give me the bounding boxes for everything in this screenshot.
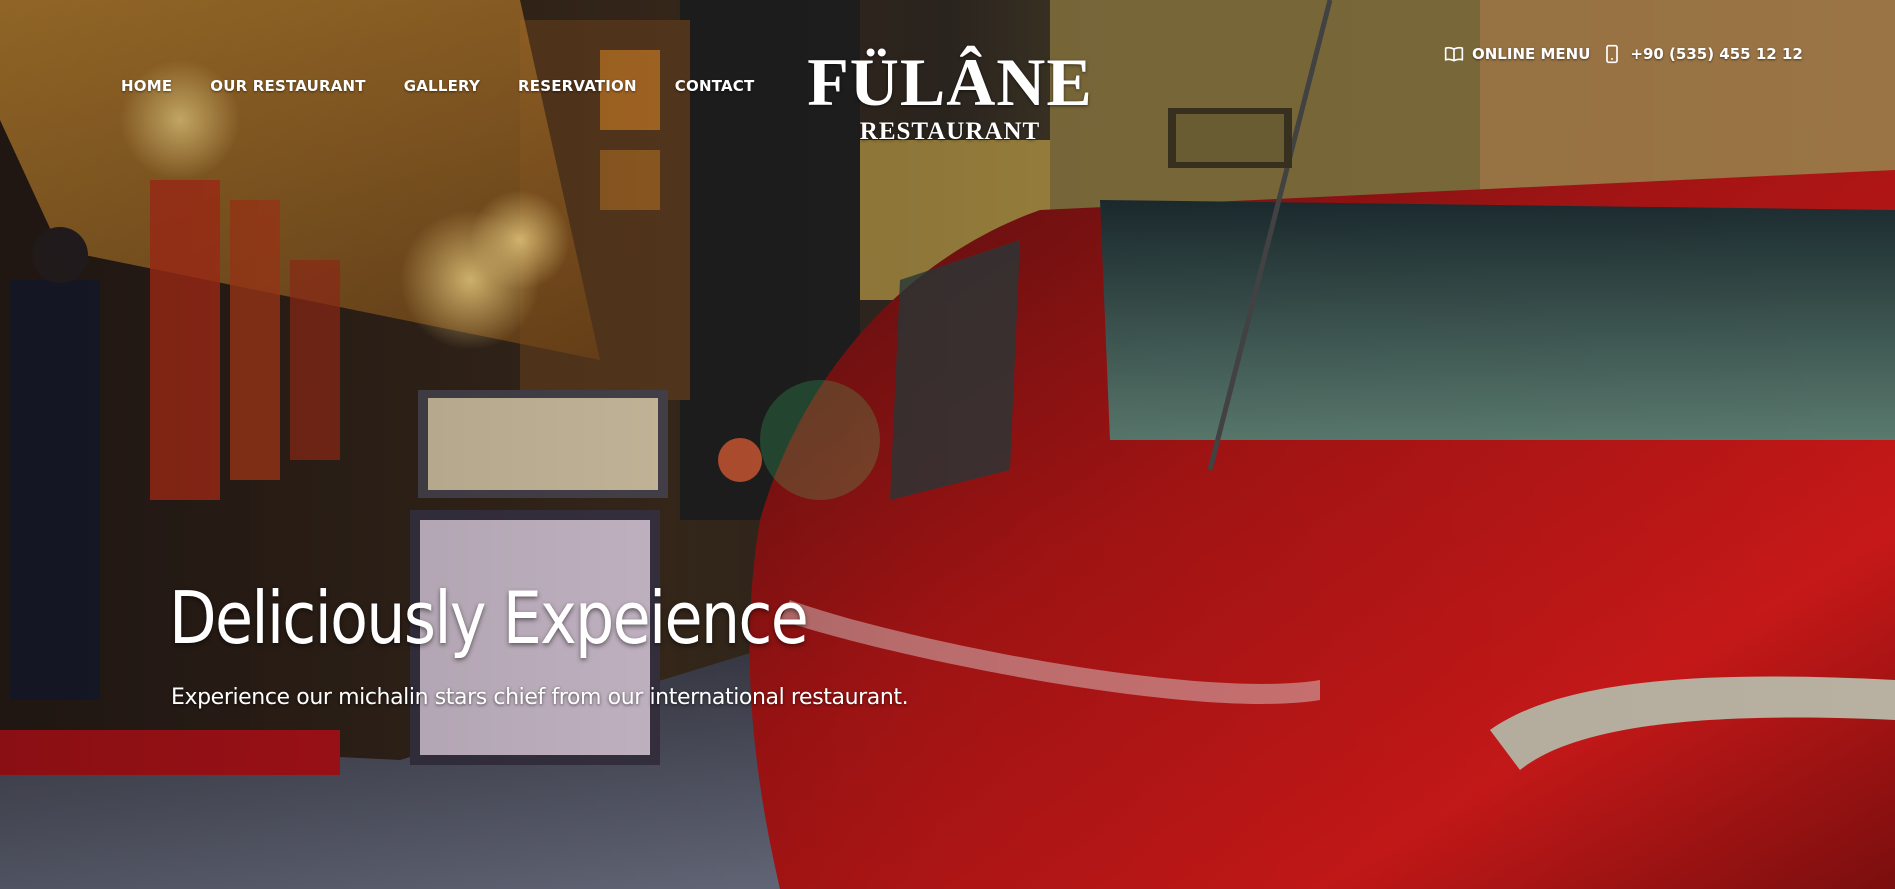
nav-home[interactable]: HOME [121,76,172,96]
nav-gallery[interactable]: GALLERY [404,76,480,96]
hero-title: Deliciously Expeience [169,576,809,660]
phone-number: +90 (535) 455 12 12 [1630,45,1803,63]
header-contact-bar: ONLINE MENU +90 (535) 455 12 12 [1444,44,1803,64]
book-open-icon [1444,46,1464,62]
main-nav: HOME OUR RESTAURANT GALLERY RESERVATION … [121,76,792,96]
hero-section: HOME OUR RESTAURANT GALLERY RESERVATION … [0,0,1895,889]
logo-subtitle: RESTAURANT [859,118,1041,145]
nav-contact[interactable]: CONTACT [675,76,755,96]
online-menu-label: ONLINE MENU [1472,45,1591,63]
online-menu-link[interactable]: ONLINE MENU [1444,44,1590,64]
nav-reservation[interactable]: RESERVATION [518,76,637,96]
nav-our-restaurant[interactable]: OUR RESTAURANT [210,76,365,96]
phone-link[interactable]: +90 (535) 455 12 12 [1602,44,1803,64]
hero-subtitle: Experience our michalin stars chief from… [171,685,909,710]
logo-name: FÜLÂNE [807,44,1093,120]
mobile-phone-icon [1606,44,1619,64]
site-logo[interactable]: FÜLÂNE RESTAURANT [800,46,1100,146]
